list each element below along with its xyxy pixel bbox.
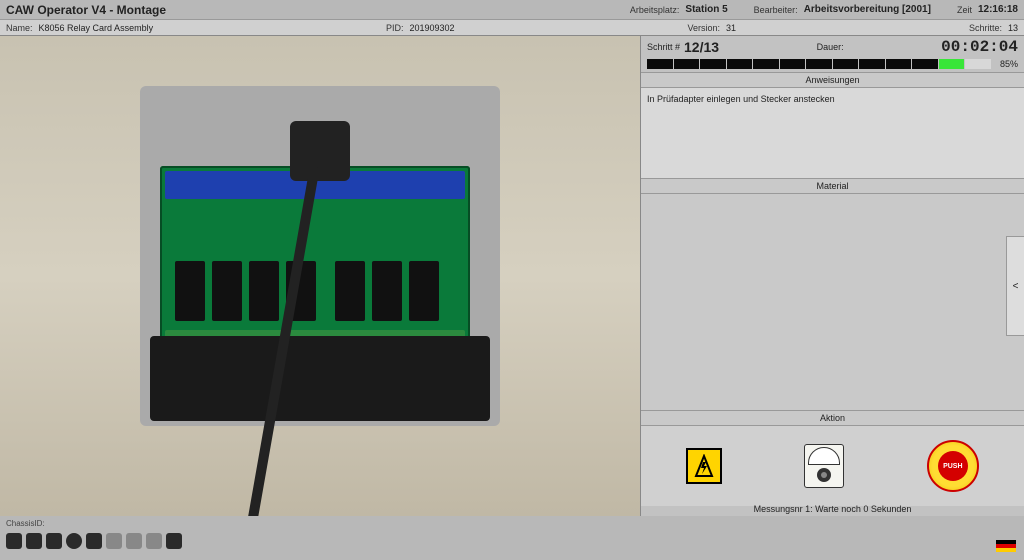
aktion-header: Aktion xyxy=(641,410,1024,426)
chassis-id-label: ChassisID: xyxy=(0,516,1024,531)
version-label: Version: xyxy=(688,23,721,33)
tray-tool-icon[interactable] xyxy=(86,533,102,549)
step-bar: Schritt # 12/13 Dauer: 00:02:04 xyxy=(641,36,1024,58)
collapse-panel-button[interactable]: < xyxy=(1006,236,1024,336)
progress-bar: 85% xyxy=(647,58,1018,70)
app-title: CAW Operator V4 - Montage xyxy=(6,3,624,17)
relay xyxy=(335,261,365,321)
language-flag-de[interactable] xyxy=(996,540,1016,552)
tray-icon-7[interactable] xyxy=(126,533,142,549)
assembly-photo xyxy=(0,36,640,516)
progress-segment xyxy=(833,59,859,69)
relay xyxy=(372,261,402,321)
tray-icon-9[interactable] xyxy=(166,533,182,549)
tray-icon-6[interactable] xyxy=(106,533,122,549)
emergency-stop-button[interactable]: PUSH xyxy=(927,440,979,492)
steps-label: Schritte: xyxy=(969,23,1002,33)
workstation-label: Arbeitsplatz: xyxy=(630,5,680,15)
progress-segment xyxy=(727,59,753,69)
right-panel: Schritt # 12/13 Dauer: 00:02:04 85% Anwe… xyxy=(640,36,1024,516)
title-bar: CAW Operator V4 - Montage Arbeitsplatz: … xyxy=(0,0,1024,20)
relay xyxy=(409,261,439,321)
instructions-text: In Prüfadapter einlegen und Stecker anst… xyxy=(641,88,1024,178)
steps-value: 13 xyxy=(1008,23,1018,33)
time-value: 12:16:18 xyxy=(978,4,1018,15)
operator-value: Arbeitsvorbereitung [2001] xyxy=(804,4,931,15)
tray-clock-icon[interactable] xyxy=(66,533,82,549)
name-label: Name: xyxy=(6,23,33,33)
progress-segment xyxy=(780,59,806,69)
aktion-panel: PUSH Messungsnr 1: Warte noch 0 Sekunden xyxy=(641,426,1024,516)
main-area: < > Schritt # 12/13 Dauer: 00:02:04 xyxy=(0,36,1024,516)
progress-segment xyxy=(886,59,912,69)
instructions-header: Anweisungen xyxy=(641,72,1024,88)
material-panel xyxy=(641,194,1024,410)
progress-segment xyxy=(939,59,965,69)
estop-label: PUSH xyxy=(938,451,968,481)
device-base xyxy=(150,336,490,421)
status-tray xyxy=(0,531,1024,551)
flag-stripe xyxy=(996,548,1016,552)
tray-icon-3[interactable] xyxy=(46,533,62,549)
progress-segment xyxy=(859,59,885,69)
time-label: Zeit xyxy=(957,5,972,15)
duration-value: 00:02:04 xyxy=(941,38,1018,56)
info-bar: Name: K8056 Relay Card Assembly PID: 201… xyxy=(0,20,1024,36)
progress-segment xyxy=(674,59,700,69)
progress-segment xyxy=(965,59,991,69)
measurement-message: Messungsnr 1: Warte noch 0 Sekunden xyxy=(641,504,1024,514)
tray-icon-2[interactable] xyxy=(26,533,42,549)
relay xyxy=(212,261,242,321)
name-value: K8056 Relay Card Assembly xyxy=(39,23,154,33)
progress-percent: 85% xyxy=(994,59,1018,69)
progress-segments xyxy=(647,59,991,69)
operator-label: Bearbeiter: xyxy=(754,5,798,15)
progress-segment xyxy=(647,59,673,69)
version-value: 31 xyxy=(726,23,736,33)
multimeter-icon[interactable] xyxy=(804,444,844,488)
workstation-value: Station 5 xyxy=(685,4,727,15)
pid-label: PID: xyxy=(386,23,404,33)
relay xyxy=(249,261,279,321)
esd-warning-icon[interactable] xyxy=(686,448,722,484)
material-header: Material xyxy=(641,178,1024,194)
step-label: Schritt # xyxy=(647,42,680,52)
progress-segment xyxy=(753,59,779,69)
pid-value: 201909302 xyxy=(410,23,455,33)
tray-icon-8[interactable] xyxy=(146,533,162,549)
step-value: 12/13 xyxy=(684,39,719,55)
tray-icon-1[interactable] xyxy=(6,533,22,549)
relay xyxy=(175,261,205,321)
db9-connector xyxy=(290,121,350,181)
progress-segment xyxy=(806,59,832,69)
progress-segment xyxy=(700,59,726,69)
image-pane: < > xyxy=(0,36,640,516)
progress-segment xyxy=(912,59,938,69)
footer: ChassisID: xyxy=(0,516,1024,560)
duration-label: Dauer: xyxy=(817,42,844,52)
